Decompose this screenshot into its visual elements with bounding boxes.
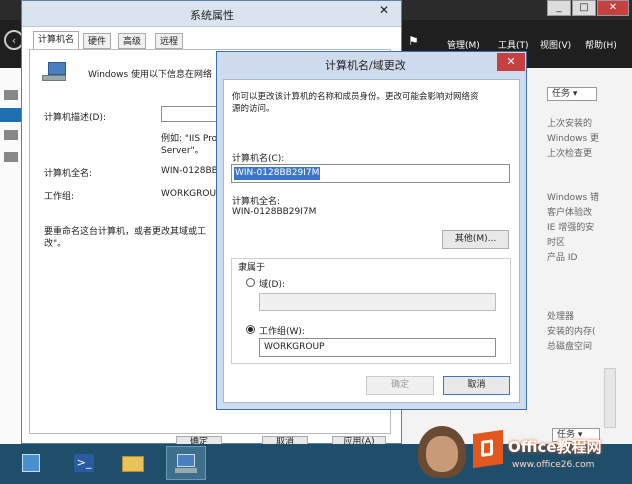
server-manager-taskbar-icon[interactable]: [14, 446, 50, 480]
prop-label-windows-update: Windows 更: [547, 134, 600, 144]
computer-name-input[interactable]: WIN-0128BB29I7M: [231, 164, 510, 183]
file-services-icon[interactable]: [4, 152, 18, 162]
dialog-title: 计算机名/域更改: [325, 59, 406, 72]
office-logo-icon: [473, 429, 503, 469]
menu-view[interactable]: 视图(V): [540, 38, 571, 51]
minimize-button[interactable]: _: [547, 0, 571, 16]
domain-input[interactable]: [259, 293, 496, 311]
full-name-label: 计算机全名:: [44, 169, 93, 179]
system-properties-title: 系统属性: [190, 9, 234, 22]
prop-label-timezone: 时区: [547, 238, 566, 248]
tab-remote[interactable]: 远程: [155, 33, 184, 49]
workgroup-radio-dot: [248, 327, 253, 332]
prop-label-last-install: 上次安装的: [547, 119, 593, 129]
prop-label-disk: 总磁盘空间: [547, 342, 593, 352]
workgroup-value: WORKGROU: [161, 189, 217, 199]
dialog-ok-button[interactable]: 确定: [366, 376, 434, 395]
domain-radio[interactable]: [246, 278, 255, 287]
watermark-url: www.office26.com: [512, 460, 595, 470]
computer-description-label: 计算机描述(D):: [44, 113, 106, 123]
watermark-brand: Office教程网: [508, 438, 602, 456]
powershell-taskbar-icon[interactable]: >_: [66, 446, 102, 480]
full-name-value: WIN-0128BB: [161, 166, 218, 176]
prop-label-ie-esc: IE 增强的安: [547, 223, 595, 233]
prop-label-product-id: 产品 ID: [547, 253, 578, 263]
description-example-2: Server"。: [161, 146, 204, 156]
tab-hardware[interactable]: 硬件: [83, 33, 112, 49]
dialog-cancel-button[interactable]: 取消: [443, 376, 510, 395]
file-explorer-taskbar-icon[interactable]: [116, 446, 152, 480]
scrollbar[interactable]: [604, 368, 616, 428]
dialog-info-1: 你可以更改该计算机的名称和成员身份。更改可能会影响对网络资: [232, 92, 479, 102]
tasks-dropdown-top[interactable]: 任务 ▾: [547, 87, 597, 101]
computer-description-input[interactable]: [161, 106, 217, 122]
local-server-icon[interactable]: [0, 108, 22, 122]
computer-name-selected-text: WIN-0128BB29I7M: [234, 167, 321, 180]
dialog-close-button[interactable]: ✕: [497, 53, 525, 71]
close-button[interactable]: ✕: [597, 0, 629, 16]
close-icon[interactable]: ✕: [372, 3, 396, 19]
avatar: [418, 426, 466, 478]
full-computer-name-value: WIN-0128BB29I7M: [232, 207, 317, 217]
workgroup-radio[interactable]: [246, 325, 255, 334]
tab-advanced[interactable]: 高级: [118, 33, 147, 49]
prop-label-last-check: 上次检查更: [547, 149, 593, 159]
workgroup-radio-label: 工作组(W):: [259, 327, 305, 337]
flag-icon[interactable]: ⚑: [408, 34, 420, 48]
prop-label-ceip: 客户体验改: [547, 208, 593, 218]
prop-label-processor: 处理器: [547, 312, 575, 322]
maximize-button[interactable]: □: [572, 0, 596, 16]
menu-help[interactable]: 帮助(H): [585, 38, 617, 51]
prop-label-windows-error: Windows 错: [547, 193, 600, 203]
domain-label: 域(D):: [259, 280, 285, 290]
computer-name-label: 计算机名(C):: [232, 154, 285, 164]
dialog-info-2: 源的访问。: [232, 104, 275, 114]
all-servers-icon[interactable]: [4, 130, 18, 140]
prop-label-memory: 安装的内存(: [547, 327, 596, 337]
menu-manage[interactable]: 管理(M): [447, 38, 480, 51]
rename-hint-2: 改"。: [44, 239, 67, 249]
full-computer-name-label: 计算机全名:: [232, 197, 281, 207]
menu-tools[interactable]: 工具(T): [498, 38, 529, 51]
computer-icon: [42, 62, 70, 84]
member-of-label: 隶属于: [236, 260, 268, 273]
workgroup-label: 工作组:: [44, 192, 75, 202]
server-manager-sidebar: [0, 68, 23, 444]
rename-hint: 要重命名这台计算机，或者更改其域或工: [44, 227, 207, 237]
dashboard-icon[interactable]: [4, 90, 18, 100]
more-button[interactable]: 其他(M)...: [442, 230, 509, 249]
system-properties-taskbar-icon[interactable]: [166, 446, 206, 480]
workgroup-input[interactable]: WORKGROUP: [259, 338, 496, 357]
tab-computer-name[interactable]: 计算机名: [33, 31, 80, 49]
intro-text: Windows 使用以下信息在网络: [88, 70, 213, 80]
